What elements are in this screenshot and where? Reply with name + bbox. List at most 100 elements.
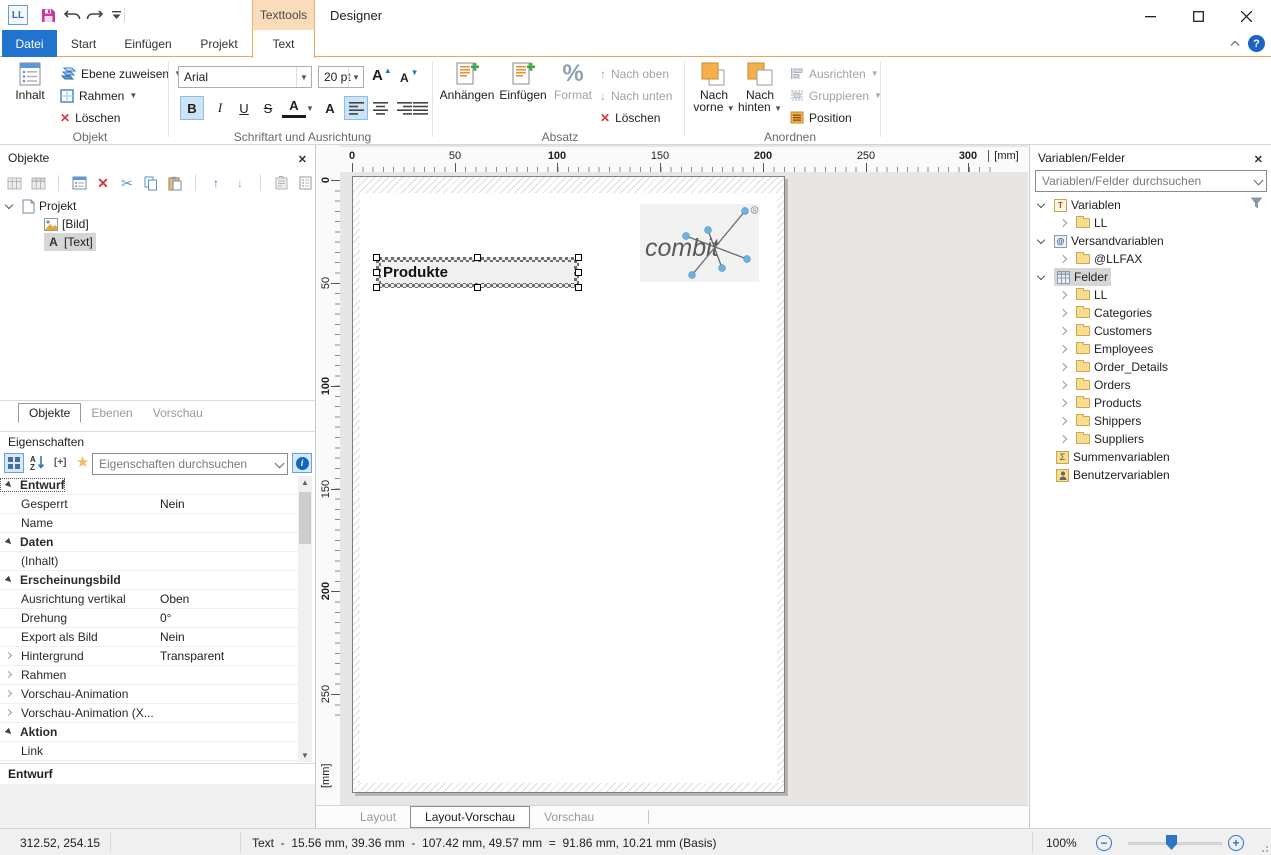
property-row[interactable]: Name: [0, 514, 298, 533]
objekt-loeschen-button[interactable]: ✕ Löschen: [60, 108, 120, 127]
underline-button[interactable]: U: [232, 96, 256, 120]
ausrichten-button[interactable]: Ausrichten▼: [790, 64, 879, 83]
anhaengen-button[interactable]: Anhängen: [440, 61, 494, 101]
insert-table-button[interactable]: [6, 175, 22, 191]
eigenschaften-search-input[interactable]: [92, 453, 288, 475]
align-left-button[interactable]: [344, 96, 368, 120]
tree-item-employees[interactable]: Employees: [1060, 340, 1153, 358]
paste-button[interactable]: [167, 175, 183, 191]
chevron-down-icon[interactable]: [5, 200, 13, 208]
chevron-right-icon[interactable]: [1059, 255, 1067, 263]
tab-vorschau[interactable]: Vorschau: [530, 807, 608, 827]
font-size-combo[interactable]: 20 pt ▼: [318, 66, 364, 88]
chevron-right-icon[interactable]: [1059, 435, 1067, 443]
rahmen-button[interactable]: Rahmen▼: [60, 86, 137, 105]
property-row[interactable]: HintergrundTransparent: [0, 647, 298, 666]
copy-button[interactable]: [143, 175, 159, 191]
property-section[interactable]: Daten: [0, 533, 298, 552]
cut-button[interactable]: ✂: [119, 175, 135, 191]
gruppieren-button[interactable]: Gruppieren▼: [790, 86, 882, 105]
property-row[interactable]: Vorschau-Animation: [0, 685, 298, 704]
app-icon[interactable]: LL: [8, 5, 28, 25]
property-section[interactable]: Erscheinungsbild: [0, 571, 298, 590]
tree-item-order-details[interactable]: Order_Details: [1060, 358, 1168, 376]
tree-item-categories[interactable]: Categories: [1060, 304, 1152, 322]
undo-button[interactable]: [62, 6, 82, 24]
insert-crosstab-button[interactable]: [30, 175, 46, 191]
tab-objekte[interactable]: Objekte: [18, 403, 81, 423]
tree-item-felder[interactable]: Felder: [1038, 268, 1111, 286]
tree-item-products[interactable]: Products: [1060, 394, 1141, 412]
absatz-loeschen-button[interactable]: ✕ Löschen: [600, 108, 660, 127]
inhalt-button[interactable]: Inhalt: [8, 61, 52, 101]
chevron-right-icon[interactable]: [1059, 381, 1067, 389]
resize-grip[interactable]: [1259, 843, 1269, 853]
align-justify-button[interactable]: [408, 96, 432, 120]
grow-font-button[interactable]: A▲: [372, 66, 392, 85]
property-section[interactable]: Entwurf: [0, 476, 298, 495]
resize-handle-nw[interactable]: [373, 254, 380, 261]
resize-handle-ne[interactable]: [575, 254, 582, 261]
filter-button[interactable]: [1250, 197, 1263, 212]
tree-item-ll-felder[interactable]: LL: [1060, 286, 1107, 304]
objekte-panel-close-button[interactable]: ✕: [298, 153, 307, 166]
zoom-slider-thumb[interactable]: [1166, 835, 1177, 850]
italic-button[interactable]: I: [208, 96, 232, 120]
tree-item-customers[interactable]: Customers: [1060, 322, 1152, 340]
tree-item-projekt[interactable]: Projekt: [6, 197, 76, 215]
property-row[interactable]: Vorschau-Animation (X...: [0, 704, 298, 723]
minimize-button[interactable]: [1133, 4, 1167, 28]
zoom-out-button[interactable]: −: [1096, 835, 1112, 851]
position-button[interactable]: Position: [790, 108, 852, 127]
scroll-down-icon[interactable]: ▼: [301, 751, 309, 760]
bold-button[interactable]: B: [180, 96, 204, 120]
sort-alphabetical-button[interactable]: AZ: [30, 454, 50, 474]
object-properties-button[interactable]: [71, 175, 87, 191]
tree-item-llfax[interactable]: @LLFAX: [1060, 250, 1142, 268]
scroll-up-icon[interactable]: ▲: [301, 478, 309, 487]
chevron-right-icon[interactable]: [1059, 291, 1067, 299]
text-object-body[interactable]: Produkte: [381, 262, 574, 283]
tree-item-shippers[interactable]: Shippers: [1060, 412, 1141, 430]
chevron-right-icon[interactable]: [1059, 345, 1067, 353]
variablen-search-input[interactable]: [1035, 170, 1267, 192]
save-button[interactable]: [38, 6, 58, 24]
font-name-combo[interactable]: Arial ▼: [178, 66, 312, 88]
move-up-button[interactable]: ↑: [208, 175, 224, 191]
chevron-right-icon[interactable]: [1059, 399, 1067, 407]
tab-ebenen[interactable]: Ebenen: [81, 404, 142, 422]
object-list-button[interactable]: [297, 175, 313, 191]
nach-hinten-button[interactable]: Nachhinten ▼: [738, 61, 782, 115]
tree-item-variablen[interactable]: T Variablen: [1038, 196, 1121, 214]
tab-layout-vorschau[interactable]: Layout-Vorschau: [410, 806, 530, 828]
property-row[interactable]: Rahmen: [0, 666, 298, 685]
chevron-right-icon[interactable]: [1059, 219, 1067, 227]
info-button[interactable]: i: [292, 453, 312, 473]
chevron-down-icon[interactable]: [1037, 199, 1045, 207]
property-value[interactable]: Nein: [160, 630, 298, 644]
chevron-right-icon[interactable]: [1059, 417, 1067, 425]
redo-button[interactable]: [84, 6, 104, 24]
property-row[interactable]: GesperrtNein: [0, 495, 298, 514]
assign-layer-button[interactable]: [273, 175, 289, 191]
tab-projekt[interactable]: Projekt: [186, 30, 252, 57]
workspace-canvas[interactable]: 0 50 100 150 200 250 300 [mm] 0 50 100 1…: [316, 145, 1028, 805]
tree-item-ll-variablen[interactable]: LL: [1060, 214, 1107, 232]
expression-mode-button[interactable]: [+]: [54, 457, 67, 468]
resize-handle-s[interactable]: [474, 284, 481, 291]
close-button[interactable]: [1229, 4, 1263, 28]
scrollbar-thumb[interactable]: [299, 492, 311, 544]
resize-handle-sw[interactable]: [373, 284, 380, 291]
tab-layout[interactable]: Layout: [346, 807, 410, 827]
nach-oben-button[interactable]: ↑ Nach oben: [600, 64, 669, 83]
tab-start[interactable]: Start: [57, 30, 110, 57]
zoom-in-button[interactable]: +: [1228, 835, 1244, 851]
char-format-button[interactable]: A: [318, 96, 342, 120]
quick-access-customize-button[interactable]: [106, 6, 126, 24]
selected-text-object[interactable]: Produkte: [376, 257, 579, 288]
property-grid-scrollbar[interactable]: ▲ ▼: [298, 476, 312, 762]
font-color-dropdown[interactable]: ▼: [304, 96, 316, 120]
tab-datei[interactable]: Datei: [2, 30, 57, 57]
favorites-button[interactable]: ★: [76, 453, 89, 471]
chevron-right-icon[interactable]: [1059, 327, 1067, 335]
